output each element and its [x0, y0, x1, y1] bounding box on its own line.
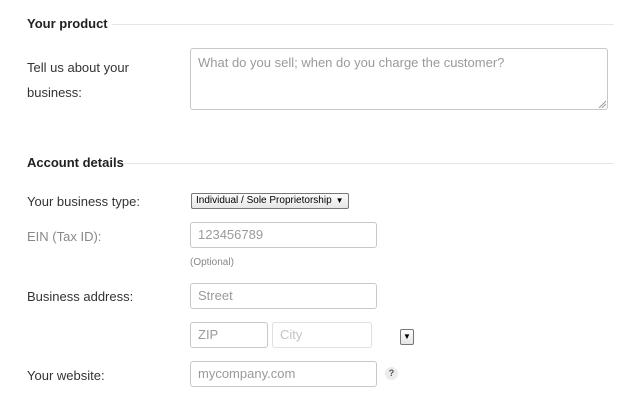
zip-input[interactable]: ZIP — [190, 322, 268, 348]
resize-grip-icon[interactable] — [598, 100, 606, 108]
business-description-label-line2: business: — [27, 85, 82, 100]
website-input[interactable]: mycompany.com — [190, 361, 377, 387]
help-icon[interactable]: ? — [385, 367, 398, 380]
website-label: Your website: — [27, 368, 105, 383]
business-address-label: Business address: — [27, 289, 134, 304]
business-type-value: Individual / Sole Proprietorship — [196, 195, 332, 206]
city-input[interactable]: City — [272, 322, 372, 348]
business-type-label: Your business type: — [27, 194, 140, 209]
chevron-down-icon: ▼ — [335, 196, 344, 205]
ein-label: EIN (Tax ID): — [27, 229, 102, 244]
business-description-textarea[interactable]: What do you sell; when do you charge the… — [190, 48, 608, 110]
section-divider — [124, 163, 614, 164]
ein-helper-text: (Optional) — [190, 257, 234, 268]
ein-input[interactable]: 123456789 — [190, 222, 377, 248]
street-placeholder: Street — [198, 288, 233, 303]
business-description-placeholder: What do you sell; when do you charge the… — [198, 55, 505, 70]
section-title-product: Your product — [27, 16, 108, 31]
zip-placeholder: ZIP — [198, 327, 219, 342]
chevron-down-icon: ▼ — [403, 332, 411, 341]
section-title-account: Account details — [27, 155, 124, 170]
state-select[interactable]: ▼ — [400, 329, 414, 345]
street-input[interactable]: Street — [190, 283, 377, 309]
business-type-select[interactable]: Individual / Sole Proprietorship ▼ — [191, 193, 349, 209]
website-placeholder: mycompany.com — [198, 366, 296, 381]
city-placeholder: City — [280, 327, 303, 342]
section-divider — [112, 24, 614, 25]
business-description-label-line1: Tell us about your — [27, 60, 129, 75]
business-description-label: Tell us about your business: — [27, 55, 129, 105]
ein-placeholder: 123456789 — [198, 227, 264, 242]
